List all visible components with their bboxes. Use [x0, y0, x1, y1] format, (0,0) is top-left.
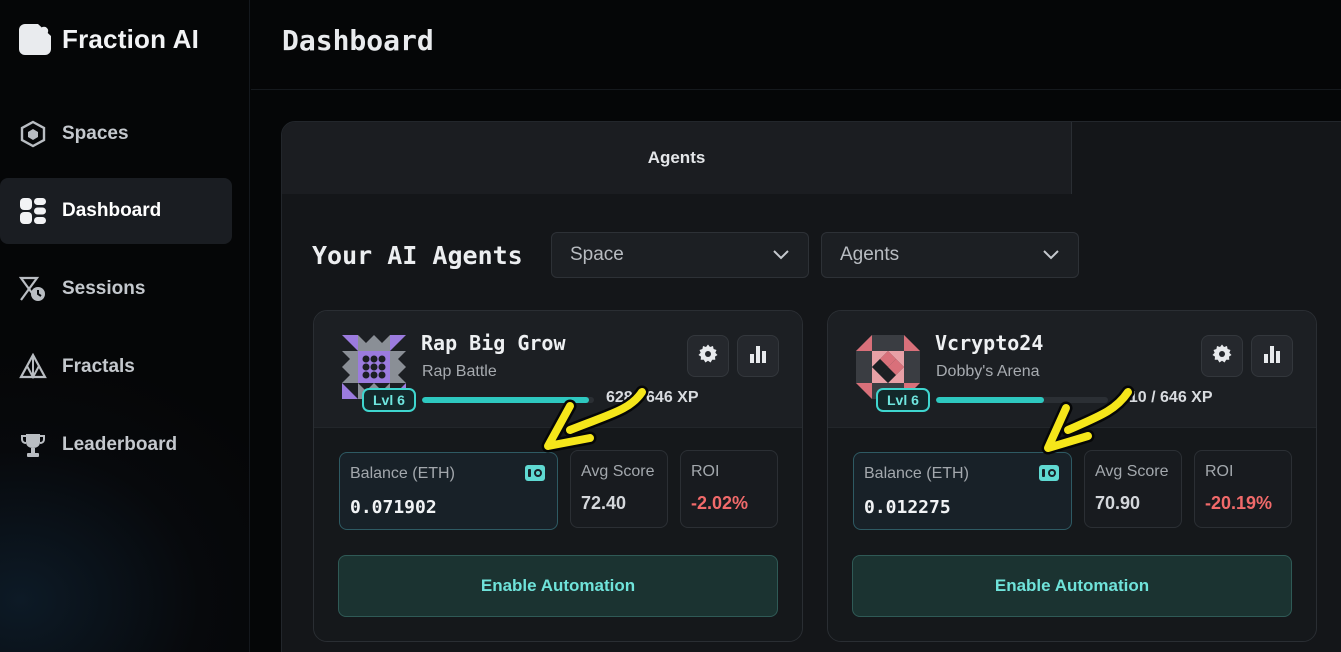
sessions-icon	[18, 274, 48, 304]
page-title: Dashboard	[282, 24, 434, 57]
xp-progress-fill	[936, 397, 1045, 403]
enable-automation-button[interactable]: Enable Automation	[338, 555, 778, 617]
agent-settings-button[interactable]	[1201, 335, 1243, 377]
dashboard-icon	[18, 196, 48, 226]
sidebar-item-label: Dashboard	[62, 200, 162, 221]
agent-space: Rap Battle	[422, 363, 497, 380]
avg-score-value: 72.40	[581, 493, 627, 513]
page-header: Dashboard	[251, 0, 1341, 90]
agents-filter-dropdown[interactable]: Agents	[821, 232, 1079, 278]
tab-bar: Agents	[282, 122, 1341, 194]
sidebar-item-leaderboard[interactable]: Leaderboard	[0, 412, 232, 478]
xp-text: 410 / 646 XP	[1120, 389, 1213, 406]
agent-name[interactable]: Vcrypto24	[935, 331, 1043, 355]
balance-box: Balance (ETH) 0.012275	[853, 452, 1072, 530]
sidebar-item-label: Sessions	[62, 278, 146, 299]
sidebar: Fraction AI Spaces Dashboard Sessions Fr…	[0, 0, 250, 652]
agent-card: Vcrypto24 Dobby's Arena Lvl 6 410 / 646 …	[827, 310, 1317, 642]
level-badge: Lvl 6	[362, 388, 416, 412]
trophy-icon	[18, 430, 48, 460]
avg-score-box: Avg Score 72.40	[570, 450, 668, 528]
agent-space: Dobby's Arena	[936, 363, 1040, 380]
app-root: Fraction AI Spaces Dashboard Sessions Fr…	[0, 0, 1341, 652]
agent-card: Rap Big Grow Rap Battle Lvl 6 628 / 646 …	[313, 310, 803, 642]
xp-progress-bar	[936, 397, 1108, 403]
roi-value: -20.19%	[1205, 493, 1273, 513]
tab-agents[interactable]: Agents	[282, 122, 1072, 194]
roi-box: ROI -2.02%	[680, 450, 778, 528]
dropdown-label: Agents	[840, 244, 900, 265]
chevron-down-icon	[1042, 246, 1060, 265]
balance-value: 0.071902	[350, 497, 437, 518]
gear-icon	[698, 344, 718, 368]
cube-icon	[18, 119, 48, 149]
balance-box: Balance (ETH) 0.071902	[339, 452, 558, 530]
avg-score-box: Avg Score 70.90	[1084, 450, 1182, 528]
xp-progress-bar	[422, 397, 594, 403]
balance-label: Balance (ETH)	[864, 465, 969, 482]
brand-logo[interactable]: Fraction AI	[18, 22, 199, 56]
sidebar-item-spaces[interactable]: Spaces	[0, 101, 232, 167]
agent-card-header: Vcrypto24 Dobby's Arena Lvl 6 410 / 646 …	[828, 311, 1316, 427]
roi-value: -2.02%	[691, 493, 749, 513]
sidebar-item-sessions[interactable]: Sessions	[0, 256, 232, 322]
sidebar-item-fractals[interactable]: Fractals	[0, 334, 232, 400]
agent-stats-button[interactable]	[737, 335, 779, 377]
roi-label: ROI	[1205, 463, 1234, 480]
sidebar-item-label: Spaces	[62, 123, 129, 144]
dropdown-label: Space	[570, 244, 624, 265]
sidebar-item-dashboard[interactable]: Dashboard	[0, 178, 232, 244]
enable-automation-button[interactable]: Enable Automation	[852, 555, 1292, 617]
balance-label: Balance (ETH)	[350, 465, 455, 482]
sidebar-item-label: Leaderboard	[62, 434, 178, 455]
xp-progress-fill	[422, 397, 589, 403]
fraction-logo-icon	[18, 22, 52, 56]
bar-chart-icon	[1262, 344, 1282, 368]
space-filter-dropdown[interactable]: Space	[551, 232, 809, 278]
sidebar-item-label: Fractals	[62, 356, 135, 377]
agent-name[interactable]: Rap Big Grow	[421, 331, 566, 355]
fractal-icon	[18, 352, 48, 382]
gear-icon	[1212, 344, 1232, 368]
agent-card-header: Rap Big Grow Rap Battle Lvl 6 628 / 646 …	[314, 311, 802, 427]
tab-secondary[interactable]	[1072, 122, 1341, 194]
roi-label: ROI	[691, 463, 720, 480]
brand-name: Fraction AI	[62, 23, 200, 54]
avg-score-label: Avg Score	[1095, 463, 1169, 480]
wallet-icon[interactable]	[1039, 465, 1059, 481]
agent-settings-button[interactable]	[687, 335, 729, 377]
agents-panel: Agents Your AI Agents Space Agents Rap B…	[281, 121, 1341, 652]
agent-stats-button[interactable]	[1251, 335, 1293, 377]
avg-score-value: 70.90	[1095, 493, 1141, 513]
bar-chart-icon	[748, 344, 768, 368]
chevron-down-icon	[772, 246, 790, 265]
avg-score-label: Avg Score	[581, 463, 655, 480]
level-badge: Lvl 6	[876, 388, 930, 412]
wallet-icon[interactable]	[525, 465, 545, 481]
xp-text: 628 / 646 XP	[606, 389, 699, 406]
roi-box: ROI -20.19%	[1194, 450, 1292, 528]
balance-value: 0.012275	[864, 497, 951, 518]
section-title: Your AI Agents	[312, 241, 523, 270]
